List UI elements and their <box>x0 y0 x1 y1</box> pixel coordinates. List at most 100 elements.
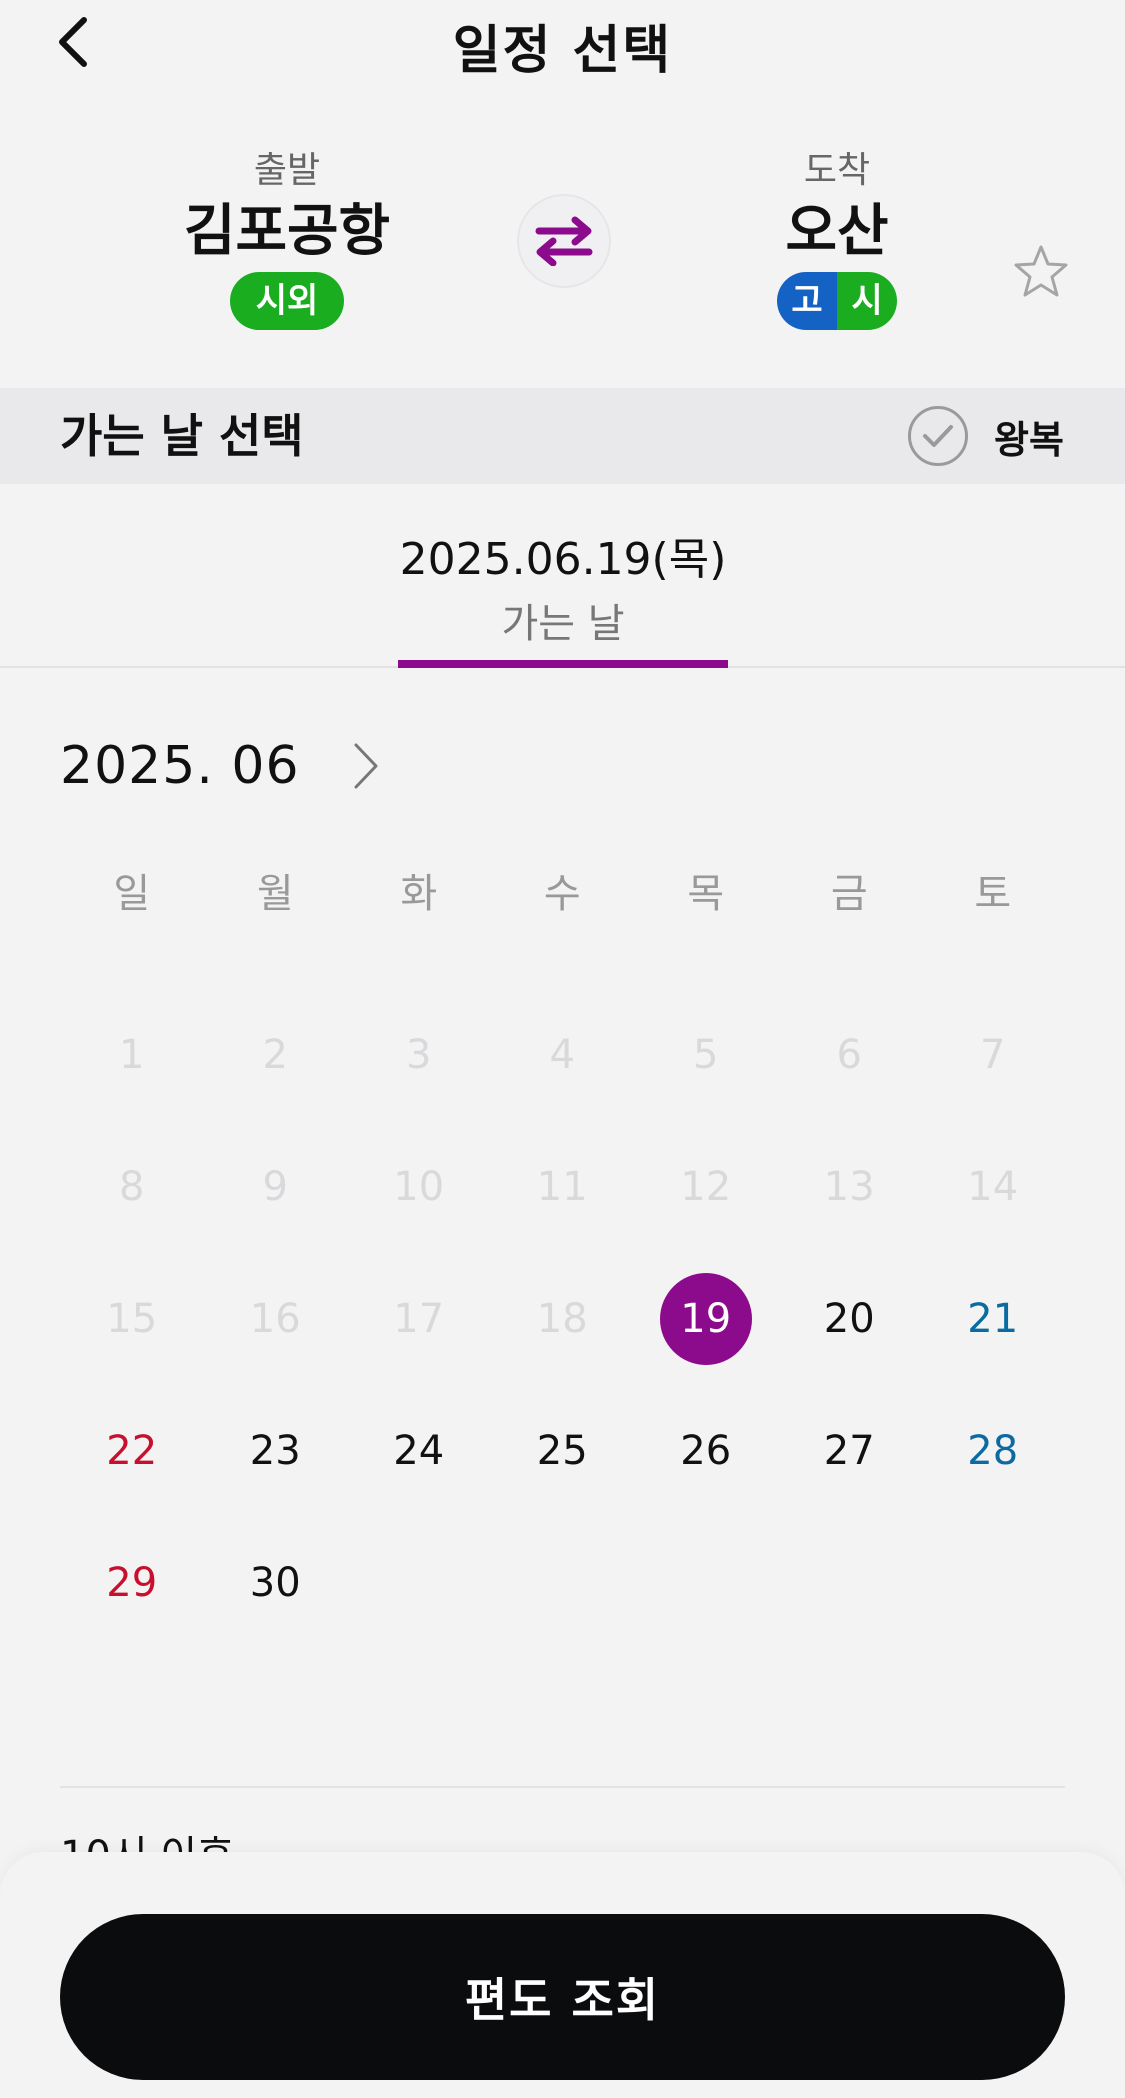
weekday-thu: 목 <box>687 871 725 917</box>
calendar-day[interactable]: 21 <box>921 1264 1065 1374</box>
calendar-day: 13 <box>778 1132 922 1242</box>
calendar-day: 12 <box>634 1132 778 1242</box>
calendar-day-number: 5 <box>693 1032 719 1078</box>
calendar-day: 1 <box>60 1000 204 1110</box>
calendar-day-number: 20 <box>823 1296 875 1342</box>
departure-caption: 출발 <box>253 150 321 191</box>
divider <box>60 1786 1065 1788</box>
departure-selector[interactable]: 출발 김포공항 시외 <box>137 146 437 330</box>
calendar-day: 8 <box>60 1132 204 1242</box>
calendar-day-number: 21 <box>967 1296 1019 1342</box>
tab-date-label: 가는 날 <box>501 601 625 647</box>
route-panel: 출발 김포공항 시외 도착 오산 고 시 <box>0 110 1125 388</box>
calendar-day-number: 6 <box>836 1032 862 1078</box>
calendar-day-number: 12 <box>680 1164 732 1210</box>
weekday-sat: 토 <box>974 871 1012 917</box>
calendar-day: 6 <box>778 1000 922 1110</box>
swap-button[interactable] <box>517 194 611 288</box>
tab-date-value: 2025.06.19(목) <box>399 534 727 585</box>
weekday-sun: 일 <box>113 871 151 917</box>
calendar-day: 9 <box>204 1132 348 1242</box>
calendar-day[interactable]: 23 <box>204 1396 348 1506</box>
calendar-day: 2 <box>204 1000 348 1110</box>
calendar-day-number: 22 <box>106 1428 158 1474</box>
calendar-day: 11 <box>491 1132 635 1242</box>
tab-departure-date[interactable]: 2025.06.19(목) 가는 날 <box>398 530 728 668</box>
weekday-tue: 화 <box>400 871 438 917</box>
arrival-badge-intercity: 시 <box>837 272 897 330</box>
weekday-mon: 월 <box>256 871 294 917</box>
calendar-day[interactable]: 25 <box>491 1396 635 1506</box>
calendar-day: 7 <box>921 1000 1065 1110</box>
calendar-day-number: 3 <box>406 1032 432 1078</box>
header: 일정 선택 <box>0 0 1125 110</box>
calendar-day-number: 24 <box>393 1428 445 1474</box>
arrival-badge-express: 고 <box>777 272 837 330</box>
calendar-day-number: 27 <box>823 1428 875 1474</box>
arrival-badge: 고 시 <box>777 272 897 330</box>
calendar-day[interactable]: 26 <box>634 1396 778 1506</box>
calendar-day-number: 13 <box>823 1164 875 1210</box>
month-nav: 2025. 06 <box>60 730 390 802</box>
star-outline-icon <box>1014 245 1068 297</box>
calendar-day[interactable]: 28 <box>921 1396 1065 1506</box>
checkmark-icon <box>923 425 953 447</box>
departure-name: 김포공항 <box>183 199 391 264</box>
calendar-day[interactable]: 30 <box>204 1528 348 1638</box>
month-label: 2025. 06 <box>60 736 300 796</box>
roundtrip-label: 왕복 <box>994 417 1064 462</box>
calendar-day-number: 2 <box>262 1032 288 1078</box>
calendar-day-number: 18 <box>536 1296 588 1342</box>
calendar-day-selected[interactable]: 19 <box>634 1264 778 1374</box>
weekday-fri: 금 <box>830 871 868 917</box>
roundtrip-toggle[interactable]: 왕복 <box>908 404 1064 468</box>
swap-arrows-icon <box>535 216 593 266</box>
chevron-right-icon <box>354 743 378 789</box>
calendar-day-number: 17 <box>393 1296 445 1342</box>
one-way-search-button[interactable]: 편도 조회 <box>60 1914 1065 2080</box>
calendar-day: 4 <box>491 1000 635 1110</box>
calendar-day[interactable]: 24 <box>347 1396 491 1506</box>
calendar-day-number: 10 <box>393 1164 445 1210</box>
calendar-day-number: 14 <box>967 1164 1019 1210</box>
calendar-day-number: 16 <box>249 1296 301 1342</box>
arrival-name: 오산 <box>785 199 889 264</box>
calendar-day-number: 26 <box>680 1428 732 1474</box>
calendar-day: 3 <box>347 1000 491 1110</box>
calendar-day-number: 25 <box>536 1428 588 1474</box>
favorite-button[interactable] <box>1010 240 1072 302</box>
calendar-day-number: 1 <box>119 1032 145 1078</box>
calendar-day: 10 <box>347 1132 491 1242</box>
next-month-button[interactable] <box>340 736 390 796</box>
departure-badge: 시외 <box>229 272 345 330</box>
calendar-day-number: 29 <box>106 1560 158 1606</box>
calendar-day-number: 28 <box>967 1428 1019 1474</box>
calendar-day-number: 4 <box>549 1032 575 1078</box>
section-title: 가는 날 선택 <box>60 409 304 463</box>
calendar-day: 14 <box>921 1132 1065 1242</box>
arrival-selector[interactable]: 도착 오산 고 시 <box>687 146 987 330</box>
calendar-day-number: 8 <box>119 1164 145 1210</box>
page-title: 일정 선택 <box>452 21 673 81</box>
calendar-day[interactable]: 27 <box>778 1396 922 1506</box>
bottom-sheet: 편도 조회 <box>0 1852 1125 2098</box>
calendar-day: 16 <box>204 1264 348 1374</box>
calendar-day: 15 <box>60 1264 204 1374</box>
calendar-day-number: 30 <box>249 1560 301 1606</box>
calendar-day[interactable]: 22 <box>60 1396 204 1506</box>
tab-active-indicator <box>398 660 728 668</box>
calendar-day: 18 <box>491 1264 635 1374</box>
calendar-day[interactable]: 20 <box>778 1264 922 1374</box>
calendar-day-number: 7 <box>980 1032 1006 1078</box>
section-bar: 가는 날 선택 왕복 <box>0 388 1125 484</box>
weekday-wed: 수 <box>543 871 581 917</box>
calendar-day-number: 15 <box>106 1296 158 1342</box>
calendar-grid: 1 2 3 4 5 6 7 8 9 10 11 12 13 14 15 16 17 18 19 20 21 22 23 24 2… <box>60 1000 1065 1660</box>
weekday-header: 일 월 화 수 목 금 토 <box>60 864 1065 924</box>
roundtrip-checkbox[interactable] <box>908 406 968 466</box>
calendar-day[interactable]: 29 <box>60 1528 204 1638</box>
calendar-day-number: 11 <box>536 1164 588 1210</box>
date-tab-bar: 2025.06.19(목) 가는 날 <box>0 484 1125 668</box>
arrival-caption: 도착 <box>803 150 871 191</box>
calendar-day: 17 <box>347 1264 491 1374</box>
